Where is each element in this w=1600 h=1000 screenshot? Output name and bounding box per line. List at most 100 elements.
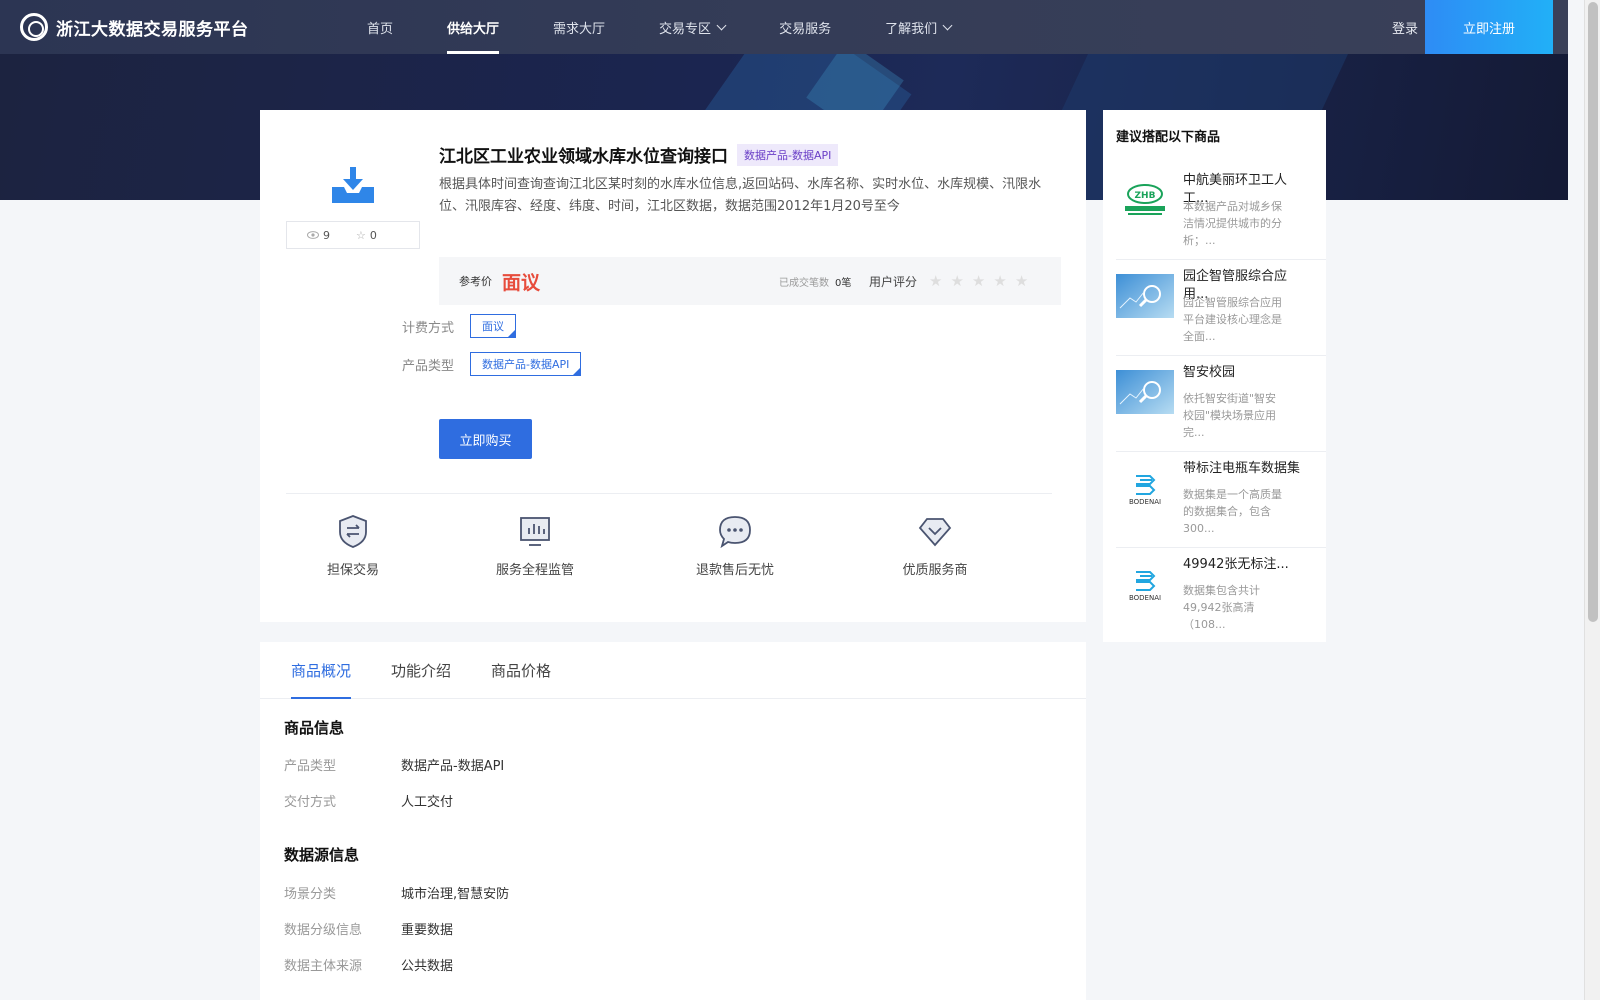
detail-tabs: 商品概况 功能介绍 商品价格 (260, 642, 1086, 699)
page-scrollbar[interactable] (1584, 0, 1600, 1000)
views-count: 9 (307, 229, 330, 242)
sidebar-title: 建议搭配以下商品 (1116, 130, 1221, 145)
price-box: 参考价 面议 已成交笔数 0笔 用户评分 ★ ★ ★ ★ ★ (439, 257, 1061, 305)
deal-count: 已成交笔数 0笔 (779, 274, 851, 289)
nav-label: 需求大厅 (553, 21, 606, 37)
item-desc: 园企智管服综合应用平台建设核心理念是全面... (1183, 296, 1282, 343)
item-name: 智安校园 (1183, 365, 1236, 380)
info-key: 产品类型 (284, 759, 337, 774)
price-value: 面议 (502, 271, 541, 294)
zhb-logo-icon: ZHB (1125, 184, 1165, 215)
feature-quality-provider: 优质服务商 (820, 513, 1050, 578)
buy-now-button[interactable]: 立即购买 (439, 419, 532, 459)
recommended-item[interactable]: BODENAI 49942张无标注... 数据集包含共计49,942张高清（10… (1116, 548, 1326, 644)
product-description: 根据具体时间查询查询江北区某时刻的水库水位信息,返回站码、水库名称、实时水位、水… (439, 177, 1042, 214)
chat-bubble-icon (719, 516, 751, 549)
info-row: 交付方式 人工交付 (284, 791, 453, 810)
type-option[interactable]: 数据产品-数据API (470, 352, 582, 376)
info-key: 交付方式 (284, 795, 337, 810)
favorites-count[interactable]: ☆ 0 (356, 229, 377, 242)
item-name: 带标注电瓶车数据集 (1183, 461, 1301, 476)
monitor-chart-icon (520, 517, 550, 546)
section-title: 数据源信息 (284, 846, 360, 864)
info-value: 重要数据 (401, 923, 454, 938)
star-icon: ★ (929, 272, 943, 290)
star-icon: ★ (950, 272, 964, 290)
star-icon: ★ (971, 272, 986, 290)
nav-label: 供给大厅 (447, 21, 500, 37)
feature-label: 服务全程监管 (495, 563, 574, 578)
info-value: 公共数据 (401, 959, 454, 974)
scrollbar-thumb[interactable] (1588, 2, 1598, 622)
info-row: 数据分级信息 重要数据 (284, 919, 453, 938)
product-card: 9 ☆ 0 江北区工业农业领域水库水位查询接口 数据产品-数据API 根据具体时… (260, 110, 1086, 622)
nav-label: 交易专区 (659, 21, 712, 37)
data-magnifier-icon (1116, 370, 1174, 414)
section-title: 商品信息 (284, 719, 345, 737)
service-features: 担保交易 服务全程监管 退款售后无忧 优质服务商 (286, 513, 1052, 578)
boden-logo-icon: BODENAI (1129, 475, 1161, 506)
tab-overview[interactable]: 商品概况 (291, 642, 352, 699)
nav-trade-zone[interactable]: 交易专区 (632, 0, 752, 54)
product-type-badge: 数据产品-数据API (737, 143, 839, 166)
chevron-down-icon (716, 20, 727, 30)
nav-demand-hall[interactable]: 需求大厅 (526, 0, 632, 54)
billing-option[interactable]: 面议 (470, 314, 516, 338)
info-value: 人工交付 (401, 795, 454, 810)
nav-trade-service[interactable]: 交易服务 (752, 0, 858, 54)
product-title-row: 江北区工业农业领域水库水位查询接口 数据产品-数据API (439, 142, 839, 167)
views-value: 9 (323, 228, 330, 242)
nav-label: 了解我们 (885, 21, 938, 37)
download-icon (332, 167, 374, 203)
svg-text:BODENAI: BODENAI (1129, 594, 1161, 602)
info-key: 数据分级信息 (284, 923, 363, 938)
nav-about-us[interactable]: 了解我们 (858, 0, 978, 54)
rating-label: 用户评分 (869, 274, 918, 289)
chevron-down-icon (942, 20, 953, 30)
svg-text:BODENAI: BODENAI (1129, 498, 1161, 506)
rating-stars: ★ ★ ★ ★ ★ (929, 272, 1028, 290)
info-value: 数据产品-数据API (401, 759, 505, 774)
item-desc: 依托智安街道"智安校园"模块场景应用 完... (1183, 392, 1277, 439)
recommended-item[interactable]: 园企智管服综合应用... 园企智管服综合应用平台建设核心理念是全面... (1116, 260, 1326, 356)
logo-text: 浙江大数据交易服务平台 (56, 19, 249, 40)
deal-label: 已成交笔数 (779, 277, 829, 289)
feature-refund: 退款售后无忧 (650, 513, 820, 578)
recommended-item[interactable]: BODENAI 带标注电瓶车数据集 数据集是一个高质量的数据集合，包含300..… (1116, 452, 1326, 548)
feature-guarantee: 担保交易 (286, 513, 420, 578)
feature-supervision: 服务全程监管 (420, 513, 650, 578)
info-row: 数据主体来源 公共数据 (284, 955, 453, 974)
login-link[interactable]: 登录 (1392, 0, 1418, 54)
billing-row: 计费方式 面议 (402, 314, 516, 338)
feature-label: 担保交易 (326, 563, 379, 578)
site-logo[interactable]: 浙江大数据交易服务平台 (20, 13, 300, 41)
product-title: 江北区工业农业领域水库水位查询接口 (439, 147, 728, 167)
tab-features[interactable]: 功能介绍 (391, 642, 451, 698)
product-detail-card: 商品概况 功能介绍 商品价格 商品信息 产品类型 数据产品-数据API 交付方式… (260, 642, 1086, 1000)
feature-label: 退款售后无忧 (695, 563, 774, 578)
tab-pricing[interactable]: 商品价格 (491, 642, 551, 698)
info-key: 数据主体来源 (284, 959, 363, 974)
type-row: 产品类型 数据产品-数据API (402, 352, 582, 376)
diamond-icon (918, 518, 952, 547)
type-label: 产品类型 (402, 358, 455, 374)
item-desc: 本数据产品对城乡保洁情况提供城市的分析；... (1183, 200, 1282, 247)
info-row: 场景分类 城市治理,智慧安防 (284, 883, 509, 902)
shield-swap-icon (339, 515, 367, 548)
nav-home[interactable]: 首页 (340, 0, 420, 54)
main-nav: 首页 供给大厅 需求大厅 交易专区 交易服务 了解我们 (340, 0, 978, 54)
feature-label: 优质服务商 (902, 563, 968, 578)
eye-icon (307, 231, 319, 239)
recommendation-sidebar: 建议搭配以下商品 ZHB 中航美丽环卫工人工... 本数据产品对城乡保洁情况提供… (1103, 110, 1326, 642)
recommended-item[interactable]: 智安校园 依托智安街道"智安校园"模块场景应用 完... (1116, 356, 1326, 452)
info-value: 城市治理,智慧安防 (401, 887, 510, 902)
nav-supply-hall[interactable]: 供给大厅 (420, 0, 526, 54)
deal-value: 0笔 (835, 277, 852, 289)
register-button[interactable]: 立即注册 (1425, 0, 1553, 54)
item-desc: 数据集包含共计49,942张高清（108... (1183, 584, 1260, 631)
logo-icon (20, 13, 48, 41)
recommended-item[interactable]: ZHB 中航美丽环卫工人工... 本数据产品对城乡保洁情况提供城市的分析；... (1116, 164, 1326, 260)
info-row: 产品类型 数据产品-数据API (284, 755, 504, 774)
top-navbar: 浙江大数据交易服务平台 首页 供给大厅 需求大厅 交易专区 交易服务 了解我们 … (0, 0, 1568, 54)
star-icon: ★ (1014, 272, 1029, 290)
